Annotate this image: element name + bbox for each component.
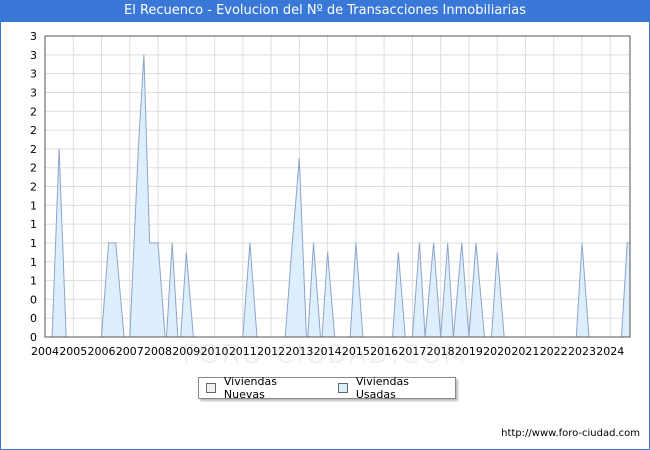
x-tick-label: 2015 bbox=[342, 345, 370, 358]
x-tick-label: 2009 bbox=[172, 345, 200, 358]
x-tick-label: 2005 bbox=[59, 345, 87, 358]
y-tick-label: 0 bbox=[30, 293, 37, 306]
x-tick-label: 2021 bbox=[511, 345, 539, 358]
y-tick-label: 3 bbox=[30, 49, 37, 62]
x-tick-label: 2019 bbox=[455, 345, 483, 358]
x-tick-label: 2018 bbox=[427, 345, 455, 358]
y-tick-label: 2 bbox=[30, 162, 37, 175]
legend-item-nuevas: Viviendas Nuevas bbox=[206, 375, 320, 401]
x-tick-label: 2007 bbox=[116, 345, 144, 358]
y-tick-label: 3 bbox=[30, 30, 37, 43]
y-tick-label: 1 bbox=[30, 256, 37, 269]
y-tick-label: 1 bbox=[30, 199, 37, 212]
x-tick-label: 2023 bbox=[568, 345, 596, 358]
x-tick-label: 2010 bbox=[201, 345, 229, 358]
y-tick-label: 0 bbox=[30, 312, 37, 325]
y-tick-label: 0 bbox=[30, 331, 37, 344]
y-tick-label: 3 bbox=[30, 68, 37, 81]
legend-swatch-nuevas bbox=[206, 383, 216, 393]
legend-item-usadas: Viviendas Usadas bbox=[337, 375, 451, 401]
y-tick-label: 2 bbox=[30, 181, 37, 194]
x-tick-label: 2006 bbox=[88, 345, 116, 358]
legend-label-usadas: Viviendas Usadas bbox=[355, 375, 409, 401]
legend-swatch-usadas bbox=[337, 383, 348, 393]
x-tick-label: 2024 bbox=[596, 345, 624, 358]
x-tick-label: 2008 bbox=[144, 345, 172, 358]
legend-label-nuevas: Viviendas Nuevas bbox=[223, 375, 277, 401]
x-tick-label: 2004 bbox=[31, 345, 59, 358]
y-tick-label: 3 bbox=[30, 86, 37, 99]
y-tick-label: 2 bbox=[30, 105, 37, 118]
y-tick-label: 2 bbox=[30, 143, 37, 156]
y-tick-label: 1 bbox=[30, 218, 37, 231]
footer-url: http://www.foro-ciudad.com bbox=[501, 428, 640, 439]
x-tick-label: 2011 bbox=[229, 345, 257, 358]
legend: Viviendas Nuevas Viviendas Usadas bbox=[198, 375, 456, 401]
x-tick-label: 2017 bbox=[398, 345, 426, 358]
y-tick-label: 2 bbox=[30, 124, 37, 137]
x-tick-label: 2014 bbox=[314, 345, 342, 358]
x-tick-label: 2013 bbox=[285, 345, 313, 358]
x-tick-label: 2012 bbox=[257, 345, 285, 358]
x-tick-label: 2016 bbox=[370, 345, 398, 358]
y-tick-label: 1 bbox=[30, 275, 37, 288]
y-tick-label: 1 bbox=[30, 237, 37, 250]
x-tick-label: 2020 bbox=[483, 345, 511, 358]
x-tick-label: 2022 bbox=[540, 345, 568, 358]
